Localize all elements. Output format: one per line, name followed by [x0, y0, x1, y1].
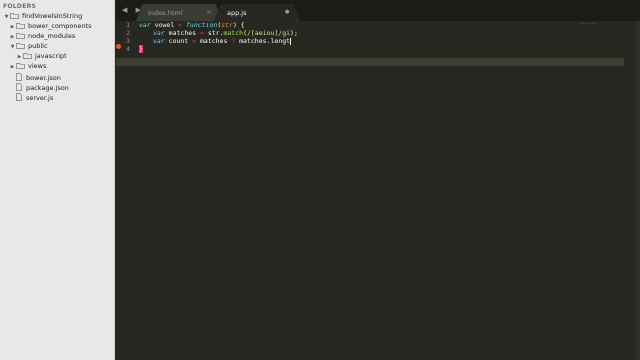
- token-ident: matches: [196, 37, 232, 45]
- code-line-1[interactable]: var vowel = function(str) {: [139, 21, 245, 29]
- tree-item-label: package.json: [26, 84, 69, 92]
- code-line-4[interactable]: }: [139, 45, 143, 53]
- tab-index-html[interactable]: index.html ×: [136, 4, 222, 21]
- tree-item-javascript[interactable]: ▶ javascript: [16, 52, 67, 62]
- folder-open-icon: [10, 13, 19, 19]
- chevron-down-icon[interactable]: ▼: [3, 14, 10, 20]
- chevron-right-icon[interactable]: ▶: [9, 34, 16, 40]
- tree-root-folder[interactable]: ▼ findVowelsInString: [3, 12, 83, 22]
- token-ident: matches: [164, 29, 200, 37]
- line-number: 1: [126, 21, 130, 29]
- token-ident: vowel: [150, 21, 179, 29]
- token-regex: /[aeiou]/gi: [246, 29, 291, 37]
- tree-item-label: bower.json: [26, 74, 61, 82]
- token-param: str: [221, 21, 233, 29]
- code-line-2[interactable]: var matches = str.match(/[aeiou]/gi);: [153, 29, 298, 37]
- tree-item-public[interactable]: ▼ public: [9, 42, 48, 52]
- tree-item-label: server.js: [26, 94, 54, 102]
- tree-item-label: views: [28, 62, 47, 70]
- tree-item-label: bower_components: [28, 22, 92, 30]
- sidebar: FOLDERS ▼ findVowelsInString ▶ bower_compo…: [0, 0, 115, 360]
- token-keyword: var: [153, 29, 165, 37]
- token-keyword: function: [182, 21, 218, 29]
- folder-icon: [16, 23, 25, 29]
- token-method: match: [223, 29, 244, 37]
- chevron-down-icon[interactable]: ▼: [9, 44, 16, 50]
- chevron-right-icon[interactable]: ▶: [16, 54, 23, 60]
- tree-item-node-modules[interactable]: ▶ node_modules: [9, 32, 76, 42]
- chevron-right-icon[interactable]: ▶: [9, 24, 16, 30]
- chevron-right-icon[interactable]: ▶: [9, 64, 16, 70]
- file-icon: [16, 73, 22, 81]
- line-number: 4: [126, 45, 130, 53]
- unsaved-dot-icon[interactable]: ●: [285, 9, 289, 15]
- scrollbar[interactable]: [636, 21, 640, 360]
- minimap[interactable]: ~~~~~~~~~~: [579, 21, 597, 25]
- token-punct: );: [290, 29, 298, 37]
- text-cursor: [290, 37, 292, 45]
- sidebar-header: FOLDERS: [3, 3, 37, 10]
- token-ident: count: [164, 37, 193, 45]
- token-brace: }: [139, 45, 143, 53]
- token-keyword: var: [153, 37, 165, 45]
- code-line-3[interactable]: var count = matches ? matches.lengt: [153, 37, 292, 45]
- line-number: 2: [126, 29, 130, 37]
- tree-item-views[interactable]: ▶ views: [9, 62, 47, 72]
- tab-app-js[interactable]: app.js ●: [214, 4, 300, 21]
- folder-icon: [16, 63, 25, 69]
- tab-bar: ◀ ▶ index.html × app.js ●: [116, 0, 640, 21]
- code-editor[interactable]: 1 2 3 4 var vowel = function(str) { var …: [116, 21, 640, 360]
- tree-item-label: node_modules: [28, 32, 76, 40]
- tab-label: app.js: [227, 9, 247, 17]
- close-icon[interactable]: ×: [206, 8, 212, 16]
- tree-item-label: public: [28, 42, 48, 50]
- token-keyword: var: [139, 21, 151, 29]
- folder-icon: [23, 53, 32, 59]
- tree-root-label: findVowelsInString: [22, 12, 83, 20]
- file-icon: [16, 93, 22, 101]
- token-ident: matches.lengt: [235, 37, 291, 45]
- tree-item-bower-json[interactable]: bower.json: [16, 72, 61, 82]
- tree-item-bower-components[interactable]: ▶ bower_components: [9, 22, 92, 32]
- folder-open-icon: [16, 43, 25, 49]
- token-ident: str.: [203, 29, 224, 37]
- folder-icon: [16, 33, 25, 39]
- tree-item-server-js[interactable]: server.js: [16, 92, 53, 102]
- token-punct: ) {: [232, 21, 245, 29]
- active-line-highlight: [116, 58, 624, 66]
- tab-label: index.html: [148, 9, 183, 17]
- line-number: 3: [126, 37, 130, 45]
- tree-item-label: javascript: [35, 52, 67, 60]
- file-icon: [16, 83, 22, 91]
- tree-item-package-json[interactable]: package.json: [16, 82, 69, 92]
